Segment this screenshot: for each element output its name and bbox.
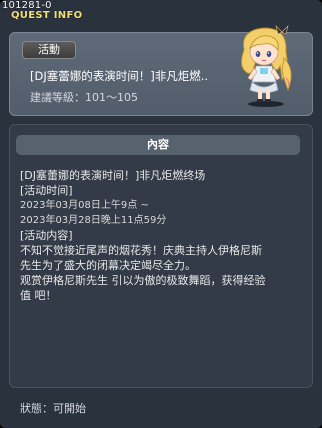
content-line: 先生为了盛大的闭幕决定竭尽全力。 [20,259,196,272]
npc-portrait-icon [240,25,292,107]
quest-description[interactable]: [DJ塞蕾娜的表演时间！]非凡炬燃终场 [活动时间] 2023年03月08日上午… [20,168,302,303]
content-line: 2023年03月28日晚上11点59分 [20,215,167,226]
content-line: [活动内容] [20,229,73,242]
content-line: 值 吧！ [20,289,57,302]
quest-info-window: 101281-0 QUEST INFO 活動 [DJ塞蕾娜的表演时间！]非凡炬燃… [0,0,322,428]
content-line: [DJ塞蕾娜的表演时间！]非凡炬燃终场 [20,169,206,182]
content-line: 不知不觉接近尾声的烟花秀！庆典主持人伊格尼斯 [20,244,262,257]
window-title[interactable]: QUEST INFO [11,10,82,22]
quest-status: 狀態：可開始 [20,402,86,415]
content-line: 2023年03月08日上午9点 ~ [20,200,149,211]
content-line: 观赏伊格尼斯先生 引以为傲的极致舞蹈，获得经验 [20,274,266,287]
quest-type-badge: 活動 [22,41,76,59]
content-line: [活动时间] [20,184,73,197]
recommended-level: 建議等級：101～105 [30,91,138,104]
content-section-header: 內容 [16,135,300,155]
quest-name: [DJ塞蕾娜的表演时间！]非凡炬燃.. [30,69,209,83]
